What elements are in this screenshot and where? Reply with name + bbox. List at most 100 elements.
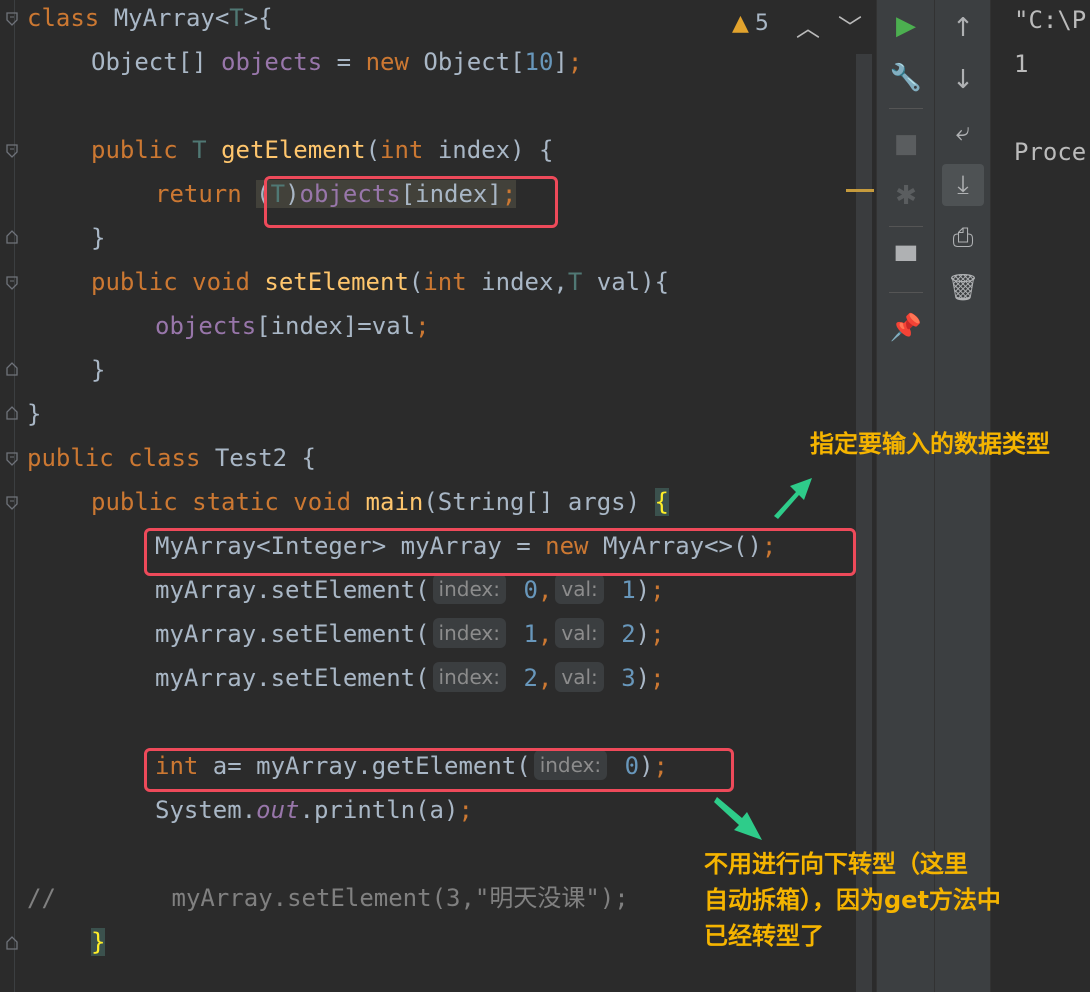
- fold-end-icon[interactable]: [6, 406, 18, 420]
- fold-end-icon[interactable]: [6, 936, 18, 950]
- param-hint: val:: [555, 662, 604, 692]
- trash-icon[interactable]: 🗑: [943, 268, 983, 308]
- scrollbar-warning-mark[interactable]: [846, 189, 874, 192]
- param-hint: val:: [555, 618, 604, 648]
- print-icon[interactable]: ⎙: [943, 218, 983, 258]
- fold-end-icon[interactable]: [6, 230, 18, 244]
- prev-highlight-icon[interactable]: ︿: [796, 8, 820, 43]
- code-line[interactable]: Object[] objects = new Object[10];: [91, 40, 582, 84]
- fold-icon[interactable]: [6, 496, 18, 510]
- number: 2: [606, 620, 636, 648]
- code-text: (: [408, 268, 424, 296]
- type-param: T: [177, 136, 222, 164]
- debug-icon[interactable]: ✱: [886, 176, 926, 216]
- comma: ,: [537, 620, 553, 648]
- code-text: ): [635, 576, 651, 604]
- fold-icon[interactable]: [6, 144, 18, 158]
- scroll-to-end-icon[interactable]: ⤓: [942, 164, 984, 206]
- code-line[interactable]: objects[index]=val;: [155, 304, 430, 348]
- annotation-text: 自动拆箱），因为get方法中: [704, 886, 1001, 914]
- keyword: int: [423, 268, 467, 296]
- comma: ,: [537, 664, 553, 692]
- semicolon: ;: [650, 620, 665, 648]
- annotation-text: 不用进行向下转型（这里: [704, 850, 968, 878]
- warning-count: 5: [754, 11, 769, 36]
- code-text: (String[] args): [423, 488, 655, 516]
- code-text: =: [322, 48, 366, 76]
- soft-wrap-icon[interactable]: ⤶: [943, 112, 983, 152]
- code-line[interactable]: myArray.setElement(index: 1, val: 2);: [155, 612, 665, 656]
- code-text: Object[]: [91, 48, 222, 76]
- code-text: myArray.setElement(: [155, 664, 430, 692]
- highlight-box: [264, 176, 558, 228]
- type-param: T: [567, 268, 583, 296]
- code-text: [index]=val: [256, 312, 416, 340]
- code-text: ]: [553, 48, 568, 76]
- annotation-arrow: [774, 478, 812, 519]
- code-text: myArray.setElement(: [155, 620, 430, 648]
- code-line[interactable]: public static void main(String[] args) {: [91, 480, 669, 524]
- code-line[interactable]: }: [91, 348, 105, 392]
- fold-icon[interactable]: [6, 276, 18, 290]
- code-line[interactable]: class MyArray<T>{: [27, 0, 273, 40]
- number: 1: [606, 576, 636, 604]
- annotation-text: 指定要输入的数据类型: [810, 430, 1050, 458]
- keyword: new: [365, 48, 409, 76]
- warning-triangle-icon: ▲: [732, 11, 749, 36]
- wrench-icon[interactable]: 🔧: [886, 58, 926, 98]
- code-text: }: [91, 356, 106, 384]
- code-line[interactable]: public class Test2 {: [27, 436, 316, 480]
- param-hint: index:: [432, 618, 507, 648]
- keyword: int: [380, 136, 424, 164]
- arrow-down-icon[interactable]: ↓: [943, 60, 983, 100]
- code-line[interactable]: }: [91, 920, 106, 964]
- code-text: MyArray<: [99, 4, 230, 32]
- highlight-box: [144, 528, 856, 576]
- code-text: ): [635, 664, 651, 692]
- code-text: val){: [582, 268, 670, 296]
- code-line[interactable]: myArray.setElement(index: 2, val: 3);: [155, 656, 665, 700]
- code-line[interactable]: }: [27, 392, 41, 436]
- code-text: myArray.setElement(: [155, 576, 430, 604]
- param-hint: val:: [555, 574, 604, 604]
- inspection-widget[interactable]: ▲ 5: [732, 10, 769, 38]
- param-hint: index:: [432, 662, 507, 692]
- code-text: .println(a): [299, 796, 459, 824]
- next-highlight-icon[interactable]: ﹀: [838, 8, 862, 43]
- run-icon[interactable]: ▶: [886, 6, 926, 46]
- code-text: (: [365, 136, 381, 164]
- console-command-line: "C:\P: [1014, 6, 1087, 34]
- semicolon: ;: [458, 796, 473, 824]
- method-name: getElement: [221, 136, 366, 164]
- code-line[interactable]: public void setElement(int index,T val){: [91, 260, 669, 304]
- console-process-line: Proce: [1014, 138, 1087, 166]
- arrow-up-icon[interactable]: ↑: [943, 8, 983, 48]
- run-toolbar-primary: ▶ 🔧 ■ ✱ ▀ 📌: [876, 0, 935, 992]
- field: objects: [155, 312, 257, 340]
- stop-icon[interactable]: ■: [886, 124, 926, 164]
- code-line[interactable]: }: [91, 216, 105, 260]
- static-field: out: [256, 796, 300, 824]
- code-text: >{: [243, 4, 273, 32]
- fold-end-icon[interactable]: [6, 362, 18, 376]
- fold-icon[interactable]: [6, 452, 18, 466]
- highlight-box: [144, 748, 734, 792]
- code-text: System.: [155, 796, 257, 824]
- keyword: public: [91, 268, 178, 296]
- semicolon: ;: [650, 576, 665, 604]
- number: 0: [509, 576, 538, 604]
- layout-icon[interactable]: ▀: [886, 242, 926, 282]
- fold-icon[interactable]: [6, 12, 18, 26]
- code-line[interactable]: System.out.println(a);: [155, 788, 473, 832]
- code-line[interactable]: // myArray.setElement(3,"明天没课");: [27, 876, 629, 920]
- pin-icon[interactable]: 📌: [886, 308, 926, 348]
- code-text: ): [635, 620, 651, 648]
- run-toolbar-secondary: ↑ ↓ ⤶ ⤓ ⎙ 🗑: [934, 0, 991, 992]
- code-line[interactable]: public T getElement(int index) {: [91, 128, 553, 172]
- keyword: public class: [27, 444, 201, 472]
- comma: ,: [537, 576, 553, 604]
- console-output-value: 1: [1014, 50, 1029, 78]
- number: 10: [524, 48, 554, 76]
- code-text: }: [91, 224, 106, 252]
